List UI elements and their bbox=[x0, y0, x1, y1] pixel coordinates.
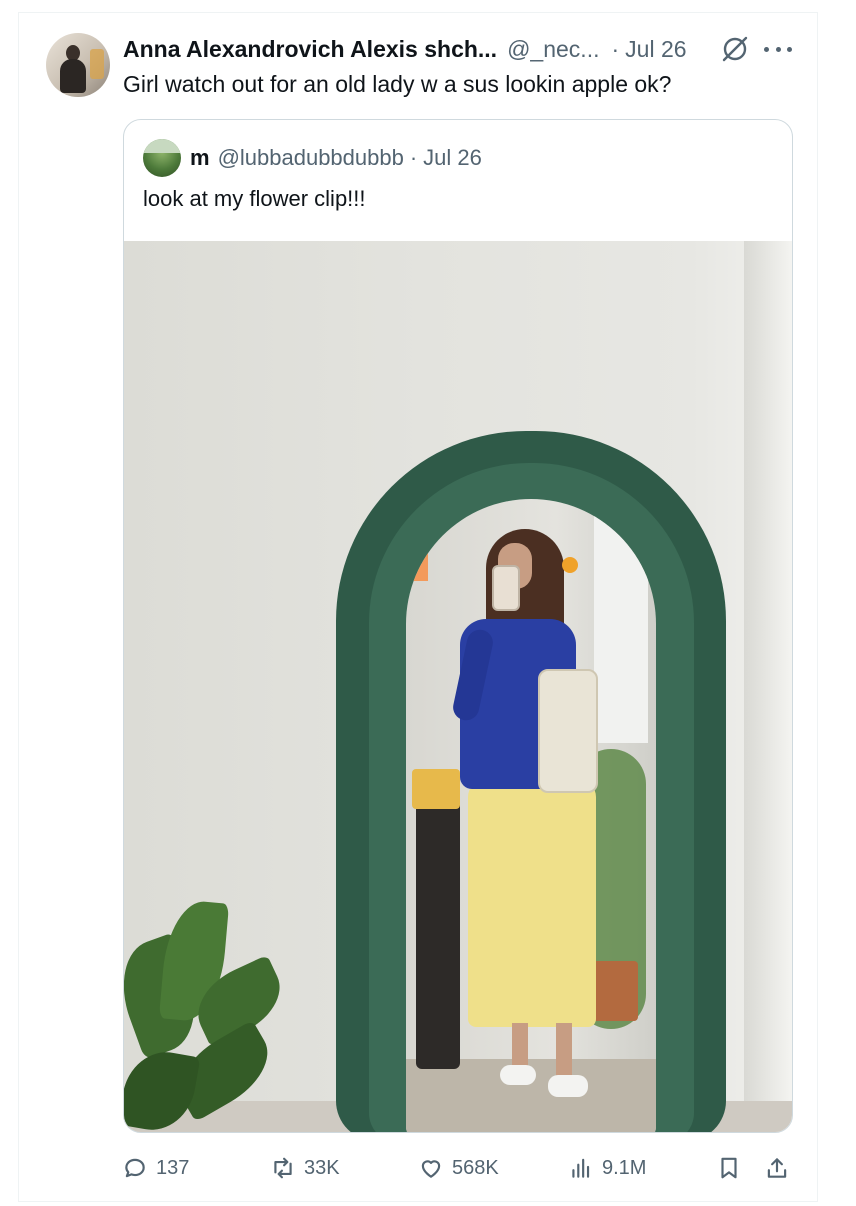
quoted-header: m @lubbadubbdubbb · Jul 26 bbox=[190, 144, 482, 172]
views-count: 9.1M bbox=[602, 1156, 647, 1179]
tweet-header: Anna Alexandrovich Alexis shch... @_nec.… bbox=[123, 34, 687, 64]
flower-clip bbox=[562, 557, 578, 573]
repost-button[interactable]: 33K bbox=[270, 1140, 340, 1196]
tote-bag bbox=[538, 669, 598, 793]
person-leg bbox=[512, 1023, 528, 1069]
like-button[interactable]: 568K bbox=[418, 1140, 499, 1196]
reply-count: 137 bbox=[156, 1156, 190, 1179]
author-handle[interactable]: @_nec... bbox=[507, 36, 599, 63]
sticky-note bbox=[406, 549, 428, 581]
share-button[interactable] bbox=[764, 1140, 790, 1196]
like-count: 568K bbox=[452, 1156, 499, 1179]
person-shoe bbox=[500, 1065, 536, 1085]
action-bar: 137 33K 568K 9.1M bbox=[0, 1140, 856, 1196]
grok-icon[interactable] bbox=[719, 33, 751, 65]
quoted-photo[interactable] bbox=[124, 241, 792, 1132]
person-skirt bbox=[468, 779, 596, 1027]
quoted-text: look at my flower clip!!! bbox=[143, 186, 366, 211]
repost-count: 33K bbox=[304, 1156, 340, 1179]
person-leg bbox=[556, 1023, 572, 1079]
cushion-reflection bbox=[412, 769, 460, 809]
bookmark-button[interactable] bbox=[716, 1140, 742, 1196]
mirror-glass bbox=[406, 499, 656, 1132]
separator-dot: · bbox=[409, 145, 418, 170]
reply-button[interactable]: 137 bbox=[122, 1140, 189, 1196]
quoted-author-handle[interactable]: @lubbadubbdubbb bbox=[218, 145, 404, 171]
like-icon bbox=[421, 1160, 441, 1178]
repost-icon bbox=[274, 1157, 292, 1179]
phone bbox=[492, 565, 520, 611]
houseplant bbox=[124, 898, 293, 1132]
avatar-sky bbox=[143, 139, 181, 153]
tweet-text: Girl watch out for an old lady w a sus l… bbox=[123, 71, 672, 97]
views-icon bbox=[572, 1158, 590, 1178]
author-avatar[interactable] bbox=[46, 33, 110, 97]
views-button[interactable]: 9.1M bbox=[568, 1140, 646, 1196]
wall-edge bbox=[744, 241, 792, 1132]
chair-reflection bbox=[416, 769, 460, 1069]
share-icon bbox=[767, 1158, 787, 1178]
avatar-lamp bbox=[90, 49, 104, 79]
bookmark-icon bbox=[721, 1157, 737, 1179]
avatar-figure bbox=[60, 59, 86, 93]
person-shoe bbox=[548, 1075, 588, 1097]
more-icon[interactable] bbox=[764, 35, 792, 63]
reply-icon bbox=[125, 1158, 145, 1178]
window-reflection bbox=[594, 513, 648, 743]
quoted-date[interactable]: Jul 26 bbox=[423, 145, 482, 171]
separator-dot: · bbox=[611, 35, 620, 62]
author-name[interactable]: Anna Alexandrovich Alexis shch... bbox=[123, 36, 497, 63]
tweet-date[interactable]: Jul 26 bbox=[625, 36, 686, 63]
quoted-author-name[interactable]: m bbox=[190, 145, 210, 171]
quoted-author-avatar[interactable] bbox=[143, 139, 181, 177]
quoted-tweet[interactable]: m @lubbadubbdubbb · Jul 26 look at my fl… bbox=[123, 119, 793, 1133]
